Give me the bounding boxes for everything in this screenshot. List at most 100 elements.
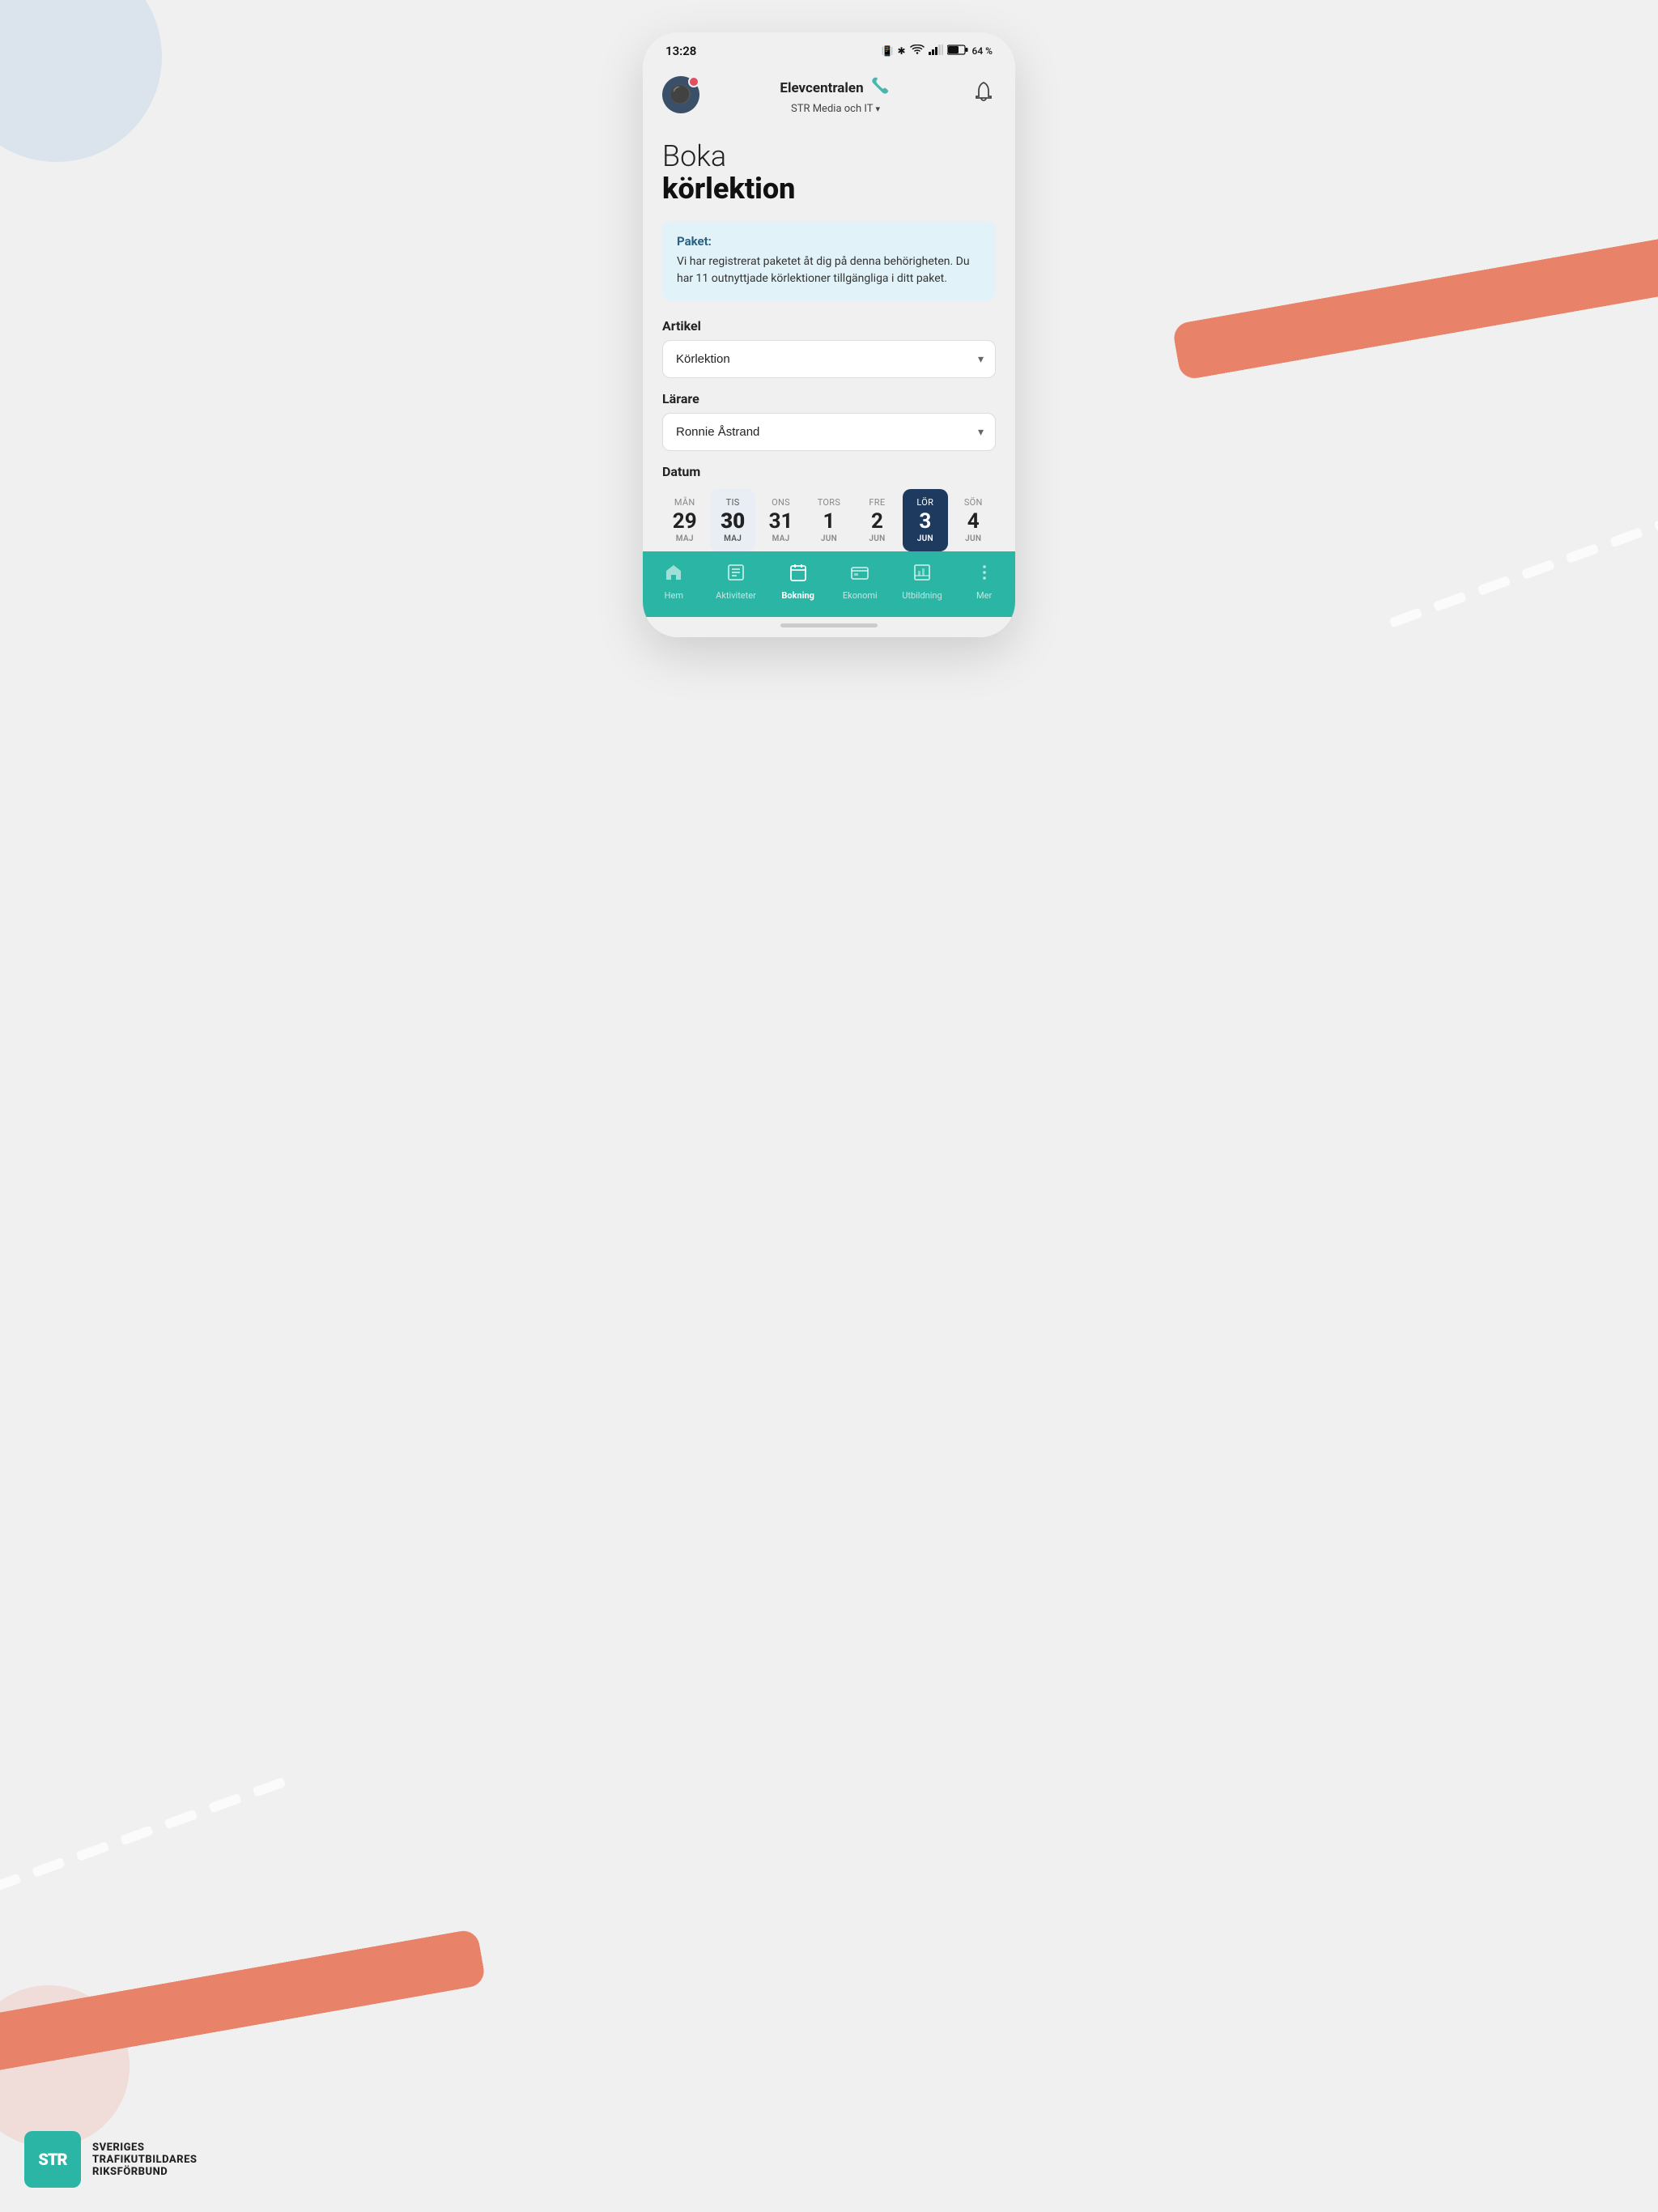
- nav-item-bokning[interactable]: Bokning: [774, 563, 823, 601]
- dash: [164, 1809, 198, 1829]
- nav-icon: [664, 563, 683, 587]
- status-bar: 13:28 📳 ✱: [643, 32, 1015, 65]
- dash: [1521, 559, 1555, 580]
- dash: [208, 1793, 242, 1814]
- nav-item-utbildning[interactable]: Utbildning: [898, 563, 946, 601]
- date-month: JUN: [965, 534, 981, 543]
- top-nav: ⚫ Elevcentralen STR Media och IT ▾: [643, 65, 1015, 128]
- artikel-label: Artikel: [662, 318, 996, 334]
- nav-item-ekonomi[interactable]: Ekonomi: [835, 563, 884, 601]
- date-item[interactable]: TIS 30 MAJ: [710, 489, 755, 551]
- str-logo-abbr: STR: [38, 2151, 66, 2167]
- dash: [1654, 511, 1658, 531]
- date-number: 29: [673, 511, 697, 532]
- str-logo-box: STR: [24, 2131, 81, 2188]
- date-day-name: FRE: [869, 497, 885, 508]
- date-section: Datum MÅN 29 MAJ TIS 30 MAJ ONS 31 MAJ T…: [662, 464, 996, 551]
- page-title: Boka körlektion: [662, 141, 996, 205]
- date-row: MÅN 29 MAJ TIS 30 MAJ ONS 31 MAJ TORS 1 …: [662, 489, 996, 551]
- nav-icon: [726, 563, 746, 587]
- battery-icon: [947, 45, 968, 57]
- larare-label: Lärare: [662, 391, 996, 406]
- date-month: JUN: [869, 534, 885, 543]
- vibrate-icon: 📳: [882, 45, 894, 57]
- nav-label: Mer: [976, 590, 992, 601]
- date-day-name: ONS: [772, 497, 790, 508]
- date-number: 4: [967, 511, 980, 532]
- nav-icon: [912, 563, 932, 587]
- date-item[interactable]: TORS 1 JUN: [806, 489, 851, 551]
- nav-icon: [789, 563, 808, 587]
- dash: [0, 1874, 21, 1894]
- dash: [253, 1777, 287, 1797]
- main-content: Boka körlektion Paket: Vi har registrera…: [643, 128, 1015, 551]
- dash: [120, 1825, 154, 1845]
- date-item[interactable]: ONS 31 MAJ: [759, 489, 803, 551]
- larare-select[interactable]: Ronnie Åstrand: [663, 414, 995, 450]
- avatar[interactable]: ⚫: [662, 76, 699, 113]
- nav-label: Bokning: [781, 590, 814, 601]
- dropdown-arrow-icon: ▾: [875, 104, 880, 114]
- nav-icon: [975, 563, 994, 587]
- date-month: JUN: [821, 534, 837, 543]
- datum-label: Datum: [662, 464, 996, 479]
- nav-label: Ekonomi: [843, 590, 878, 601]
- battery-percent: 64 %: [972, 45, 993, 57]
- date-number: 31: [769, 511, 793, 532]
- date-day-name: TORS: [818, 497, 841, 508]
- str-org-line1: SVERIGES: [92, 2142, 197, 2154]
- date-day-name: MÅN: [674, 497, 695, 508]
- str-logo-section: STR SVERIGES TRAFIKUTBILDARES RIKSFÖRBUN…: [24, 2131, 197, 2188]
- dash: [1433, 592, 1467, 612]
- nav-item-hem[interactable]: Hem: [649, 563, 698, 601]
- larare-section: Lärare Ronnie Åstrand ▾: [662, 391, 996, 451]
- date-item[interactable]: SÖN 4 JUN: [951, 489, 996, 551]
- nav-subtitle[interactable]: STR Media och IT ▾: [791, 103, 880, 115]
- date-month: MAJ: [676, 534, 694, 543]
- nav-icon: [850, 563, 869, 587]
- date-number: 30: [721, 511, 745, 532]
- nav-item-mer[interactable]: Mer: [960, 563, 1009, 601]
- dash: [1566, 543, 1600, 564]
- dash: [76, 1841, 110, 1861]
- date-item[interactable]: FRE 2 JUN: [855, 489, 899, 551]
- nav-label: Hem: [665, 590, 683, 601]
- dash: [1389, 607, 1423, 627]
- road-stripe-top: [1171, 227, 1658, 381]
- phone-frame: 13:28 📳 ✱: [643, 32, 1015, 637]
- info-box-text: Vi har registrerat paketet åt dig på den…: [677, 253, 981, 287]
- artikel-section: Artikel Körlektion ▾: [662, 318, 996, 378]
- nav-item-aktiviteter[interactable]: Aktiviteter: [712, 563, 760, 601]
- str-org-line2: TRAFIKUTBILDARES: [92, 2154, 197, 2166]
- date-day-name: TIS: [726, 497, 740, 508]
- dash: [1609, 527, 1643, 547]
- date-month: MAJ: [724, 534, 742, 543]
- home-bar: [780, 623, 878, 627]
- date-month: JUN: [917, 534, 933, 543]
- bottom-nav: Hem Aktiviteter Bokning Ekonomi Utbildni…: [643, 551, 1015, 617]
- dash: [32, 1857, 66, 1878]
- page-title-line1: Boka: [662, 141, 996, 173]
- date-day-name: LÖR: [916, 497, 933, 508]
- artikel-select[interactable]: Körlektion: [663, 341, 995, 377]
- status-time: 13:28: [665, 44, 696, 58]
- home-indicator: [643, 617, 1015, 637]
- larare-select-wrapper: Ronnie Åstrand ▾: [662, 413, 996, 451]
- str-org-name: SVERIGES TRAFIKUTBILDARES RIKSFÖRBUND: [92, 2142, 197, 2178]
- date-item[interactable]: MÅN 29 MAJ: [662, 489, 707, 551]
- road-dashes-top: [1389, 463, 1658, 627]
- info-box: Paket: Vi har registrerat paketet åt dig…: [662, 221, 996, 300]
- date-number: 1: [823, 511, 835, 532]
- wifi-icon: [910, 45, 925, 58]
- dash: [1477, 576, 1511, 596]
- date-item[interactable]: LÖR 3 JUN: [903, 489, 947, 551]
- subtitle-text: STR Media och IT: [791, 103, 873, 115]
- bg-blob-top-left: [0, 0, 162, 162]
- app-content: ⚫ Elevcentralen STR Media och IT ▾: [643, 65, 1015, 617]
- phone-icon: [869, 74, 891, 101]
- date-month: MAJ: [772, 534, 790, 543]
- notification-bell[interactable]: [971, 80, 996, 109]
- info-box-title: Paket:: [677, 234, 981, 249]
- artikel-select-wrapper: Körlektion ▾: [662, 340, 996, 378]
- date-number: 2: [871, 511, 883, 532]
